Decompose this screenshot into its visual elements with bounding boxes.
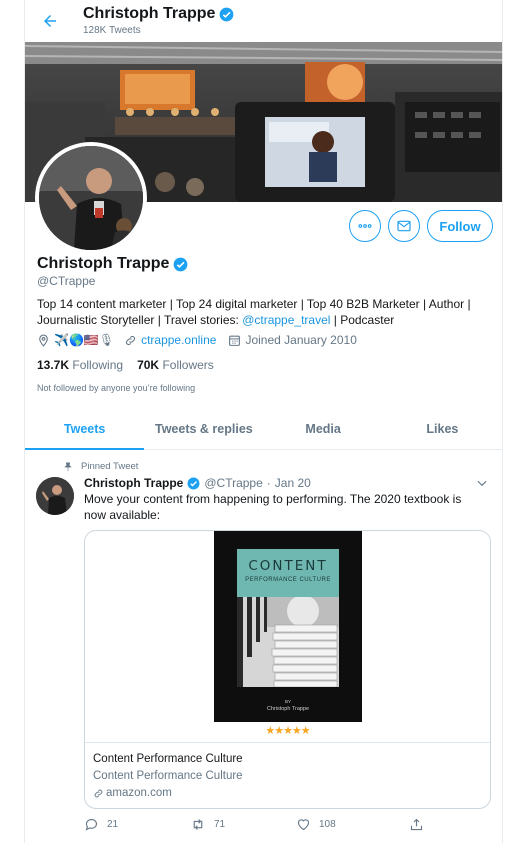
link-card-title: Content Performance Culture bbox=[93, 753, 243, 765]
tweet-actions: 21 71 108 bbox=[84, 817, 424, 837]
tweet-separator: · bbox=[266, 476, 271, 490]
header-title: Christoph Trappe bbox=[83, 5, 234, 23]
profile-column: Christoph Trappe 128K Tweets Follow Chri… bbox=[24, 0, 503, 843]
reply-count: 21 bbox=[107, 819, 119, 830]
retweet-icon bbox=[193, 819, 203, 830]
chevron-down-icon bbox=[477, 480, 487, 487]
link-card-description: Content Performance Culture bbox=[93, 770, 243, 782]
tab-likes[interactable]: Likes bbox=[383, 408, 502, 449]
header-name: Christoph Trappe bbox=[83, 5, 216, 22]
joined-date: Joined January 2010 bbox=[245, 333, 357, 347]
tweet-author-name[interactable]: Christoph Trappe bbox=[84, 476, 183, 490]
link-card-domain-text: amazon.com bbox=[106, 787, 172, 799]
followers-stat[interactable]: 70K Followers bbox=[137, 358, 214, 372]
profile-handle: @CTrappe bbox=[37, 274, 96, 288]
share-button[interactable] bbox=[409, 817, 424, 832]
like-count: 108 bbox=[319, 819, 336, 830]
bio-tail: | Podcaster bbox=[330, 313, 395, 327]
message-button[interactable] bbox=[388, 210, 420, 242]
link-icon bbox=[126, 335, 136, 345]
envelope-icon bbox=[397, 220, 411, 232]
book-photo bbox=[237, 597, 339, 687]
profile-meta: ✈️🌎🇺🇸🎙 ctrappe.online Joined January 201… bbox=[37, 333, 357, 347]
heart-icon bbox=[297, 819, 310, 831]
share-icon bbox=[410, 818, 423, 831]
tweet-text: Move your content from happening to perf… bbox=[84, 492, 462, 522]
book-title: CONTENT bbox=[248, 558, 328, 574]
tweet-avatar[interactable] bbox=[36, 477, 74, 515]
link-card-image: CONTENT PERFORMANCE CULTURE BY Christoph… bbox=[85, 531, 490, 743]
not-followed-note: Not followed by anyone you’re following bbox=[37, 383, 196, 393]
link-card-domain: amazon.com bbox=[93, 787, 172, 799]
more-button[interactable] bbox=[349, 210, 381, 242]
bio-mention-link[interactable]: @ctrappe_travel bbox=[242, 313, 330, 327]
pinned-indicator: Pinned Tweet bbox=[63, 461, 138, 472]
book-cover: CONTENT PERFORMANCE CULTURE BY Christoph… bbox=[214, 531, 362, 722]
profile-name: Christoph Trappe bbox=[37, 255, 188, 273]
pinned-label: Pinned Tweet bbox=[81, 461, 139, 472]
profile-bio: Top 14 content marketer | Top 24 digital… bbox=[37, 296, 487, 328]
tab-media[interactable]: Media bbox=[264, 408, 383, 449]
header-tweet-count: 128K Tweets bbox=[83, 25, 141, 36]
profile-avatar[interactable] bbox=[35, 142, 147, 254]
back-button[interactable] bbox=[37, 8, 63, 34]
following-count: 13.7K bbox=[37, 358, 70, 372]
retweet-count: 71 bbox=[214, 819, 226, 830]
tweet-avatar-image bbox=[36, 477, 74, 515]
reply-button[interactable]: 21 bbox=[84, 817, 118, 832]
location-emojis: ✈️🌎🇺🇸🎙 bbox=[54, 333, 115, 347]
avatar-image bbox=[39, 146, 143, 250]
follow-button[interactable]: Follow bbox=[427, 210, 493, 242]
verified-badge-icon bbox=[174, 257, 188, 271]
location-pin-icon bbox=[39, 334, 48, 347]
like-button[interactable]: 108 bbox=[296, 817, 336, 832]
profile-tabs: Tweets Tweets & replies Media Likes bbox=[25, 408, 502, 450]
followers-count: 70K bbox=[137, 358, 160, 372]
tweet-date[interactable]: Jan 20 bbox=[275, 476, 311, 490]
book-by: BY bbox=[284, 699, 291, 704]
following-stat[interactable]: 13.7K Following bbox=[37, 358, 123, 372]
tab-tweets[interactable]: Tweets bbox=[25, 408, 145, 450]
link-card[interactable]: CONTENT PERFORMANCE CULTURE BY Christoph… bbox=[84, 530, 491, 809]
book-author: Christoph Trappe bbox=[266, 706, 310, 712]
website-link[interactable]: ctrappe.online bbox=[141, 333, 216, 347]
followers-label: Followers bbox=[162, 358, 214, 372]
more-dots-icon bbox=[358, 224, 372, 228]
retweet-button[interactable]: 71 bbox=[190, 817, 225, 832]
book-label: CONTENT PERFORMANCE CULTURE bbox=[237, 549, 339, 597]
profile-name-text: Christoph Trappe bbox=[37, 255, 170, 272]
verified-badge-icon bbox=[220, 7, 234, 21]
link-icon bbox=[94, 789, 103, 797]
pinned-tweet[interactable]: Pinned Tweet Christoph Trappe @CTrappe ·… bbox=[25, 451, 502, 843]
book-subtitle: PERFORMANCE CULTURE bbox=[245, 577, 331, 583]
profile-stats: 13.7K Following 70K Followers bbox=[37, 358, 214, 372]
tweet-header: Christoph Trappe @CTrappe · Jan 20 bbox=[84, 476, 311, 490]
book-photo-image bbox=[237, 597, 339, 687]
reply-icon bbox=[85, 818, 98, 831]
calendar-icon bbox=[229, 335, 241, 346]
profile-header: Christoph Trappe 128K Tweets bbox=[25, 0, 502, 42]
star-rating: ★★★★★ bbox=[265, 725, 310, 737]
following-label: Following bbox=[72, 358, 124, 372]
tweet-menu-button[interactable] bbox=[475, 476, 491, 492]
pin-icon bbox=[64, 462, 72, 471]
arrow-left-icon bbox=[44, 15, 56, 27]
verified-badge-icon bbox=[187, 477, 200, 489]
tweet-author-handle[interactable]: @CTrappe bbox=[204, 476, 262, 490]
tab-tweets-and-replies[interactable]: Tweets & replies bbox=[144, 408, 263, 449]
